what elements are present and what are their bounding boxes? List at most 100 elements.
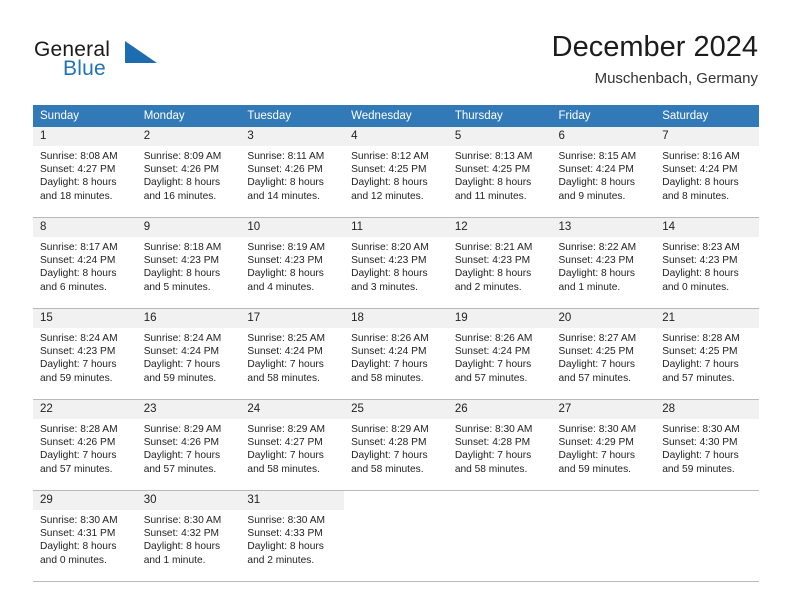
daylight-text-line1: Daylight: 7 hours [143,450,221,462]
calendar-day-cell[interactable]: 15 Sunrise: 8:24 AM Sunset: 4:23 PM Dayligh… [33,308,137,400]
calendar-day-cell[interactable]: 14 Sunrise: 8:23 AM Sunset: 4:23 PM Dayligh… [655,217,759,309]
day-number: 23 [136,400,241,419]
sunset-text: Sunset: 4:26 PM [247,164,323,176]
calendar-day-cell[interactable]: 18 Sunrise: 8:26 AM Sunset: 4:24 PM Dayligh… [344,308,448,400]
daylight-text-line1: Daylight: 7 hours [558,450,635,462]
calendar-day-cell[interactable]: 13 Sunrise: 8:22 AM Sunset: 4:23 PM Dayligh… [551,217,656,309]
sunset-text: Sunset: 4:33 PM [247,528,323,540]
day-details: Sunrise: 8:17 AM Sunset: 4:24 PM Daylight:… [33,237,137,294]
day-number: 17 [240,309,345,328]
sunset-text: Sunset: 4:25 PM [351,164,427,176]
day-number: 9 [136,218,241,237]
sunrise-text: Sunrise: 8:22 AM [558,242,637,253]
day-number: 21 [655,309,759,328]
sunrise-text: Sunrise: 8:29 AM [143,424,222,435]
calendar-day-cell[interactable]: 7 Sunrise: 8:16 AM Sunset: 4:24 PM Daylight… [655,127,759,218]
weekday-header-monday: Monday [136,105,241,127]
daylight-text-line2: and 3 minutes. [351,281,418,293]
daylight-text-line1: Daylight: 8 hours [662,268,739,280]
daylight-text-line2: and 57 minutes. [40,463,113,475]
calendar-day-cell[interactable]: 5 Sunrise: 8:13 AM Sunset: 4:25 PM Daylight… [447,127,552,218]
calendar-day-cell[interactable]: 4 Sunrise: 8:12 AM Sunset: 4:25 PM Daylight… [344,127,448,218]
sunrise-text: Sunrise: 8:16 AM [662,151,740,162]
daylight-text-line1: Daylight: 8 hours [558,177,635,189]
calendar-day-cell[interactable]: 2 Sunrise: 8:09 AM Sunset: 4:26 PM Daylight… [136,127,241,218]
sunset-text: Sunset: 4:26 PM [143,437,220,449]
calendar-day-cell[interactable]: 19 Sunrise: 8:26 AM Sunset: 4:24 PM Dayligh… [447,308,552,400]
calendar-day-cell[interactable]: 10 Sunrise: 8:19 AM Sunset: 4:23 PM Dayligh… [240,217,345,309]
sunset-text: Sunset: 4:24 PM [454,346,531,358]
daylight-text-line2: and 9 minutes. [558,190,626,202]
calendar-day-cell[interactable]: 17 Sunrise: 8:25 AM Sunset: 4:24 PM Dayligh… [240,308,345,400]
daylight-text-line1: Daylight: 8 hours [143,177,221,189]
daylight-text-line2: and 59 minutes. [662,463,735,475]
logo-text-blue: Blue [63,57,106,80]
daylight-text-line2: and 5 minutes. [143,281,211,293]
calendar-day-cell[interactable]: 27 Sunrise: 8:30 AM Sunset: 4:29 PM Dayligh… [551,399,656,491]
calendar-day-cell[interactable]: 24 Sunrise: 8:29 AM Sunset: 4:27 PM Dayligh… [240,399,345,491]
calendar-day-cell[interactable]: 22 Sunrise: 8:28 AM Sunset: 4:26 PM Dayligh… [33,399,137,491]
calendar-day-cell[interactable]: 11 Sunrise: 8:20 AM Sunset: 4:23 PM Dayligh… [344,217,448,309]
daylight-text-line1: Daylight: 7 hours [40,450,117,462]
daylight-text-line1: Daylight: 8 hours [143,268,221,280]
daylight-text-line2: and 1 minute. [558,281,621,293]
calendar-day-cell[interactable]: 8 Sunrise: 8:17 AM Sunset: 4:24 PM Daylight… [33,217,137,309]
calendar-day-cell[interactable]: 28 Sunrise: 8:30 AM Sunset: 4:30 PM Dayligh… [655,399,759,491]
day-number: 18 [344,309,448,328]
calendar-day-cell[interactable]: 25 Sunrise: 8:29 AM Sunset: 4:28 PM Dayligh… [344,399,448,491]
calendar-week-row: 22 Sunrise: 8:28 AM Sunset: 4:26 PM Dayligh… [33,399,759,491]
daylight-text-line2: and 57 minutes. [662,372,735,384]
sunset-text: Sunset: 4:23 PM [143,255,220,267]
daylight-text-line1: Daylight: 8 hours [351,268,428,280]
sunrise-text: Sunrise: 8:24 AM [40,333,118,344]
calendar-day-cell[interactable]: 23 Sunrise: 8:29 AM Sunset: 4:26 PM Dayligh… [136,399,241,491]
day-details: Sunrise: 8:30 AM Sunset: 4:30 PM Daylight:… [655,419,759,476]
general-blue-logo[interactable]: General Blue [34,38,164,90]
calendar-day-cell[interactable]: 29 Sunrise: 8:30 AM Sunset: 4:31 PM Dayligh… [33,490,137,582]
day-number: 11 [344,218,448,237]
daylight-text-line2: and 2 minutes. [454,281,522,293]
day-details: Sunrise: 8:16 AM Sunset: 4:24 PM Daylight:… [655,146,759,203]
day-details: Sunrise: 8:26 AM Sunset: 4:24 PM Daylight:… [448,328,552,385]
day-number: 2 [136,127,241,146]
daylight-text-line2: and 1 minute. [143,554,206,566]
day-number: 22 [33,400,137,419]
calendar-day-cell[interactable]: 26 Sunrise: 8:30 AM Sunset: 4:28 PM Dayligh… [447,399,552,491]
day-number: 31 [240,491,345,510]
calendar-day-cell[interactable]: 31 Sunrise: 8:30 AM Sunset: 4:33 PM Dayligh… [240,490,345,582]
daylight-text-line1: Daylight: 8 hours [40,268,117,280]
daylight-text-line2: and 59 minutes. [143,372,217,384]
sunset-text: Sunset: 4:27 PM [247,437,323,449]
daylight-text-line1: Daylight: 8 hours [351,177,428,189]
sunrise-text: Sunrise: 8:12 AM [351,151,429,162]
day-number: 14 [655,218,759,237]
daylight-text-line2: and 6 minutes. [40,281,107,293]
sunrise-text: Sunrise: 8:26 AM [351,333,429,344]
calendar-empty-cell [551,490,656,582]
sunrise-text: Sunrise: 8:29 AM [351,424,429,435]
calendar-day-cell[interactable]: 1 Sunrise: 8:08 AM Sunset: 4:27 PM Daylight… [33,127,137,218]
sunset-text: Sunset: 4:29 PM [558,437,634,449]
daylight-text-line2: and 14 minutes. [247,190,320,202]
calendar-day-cell[interactable]: 3 Sunrise: 8:11 AM Sunset: 4:26 PM Daylight… [240,127,345,218]
sunrise-text: Sunrise: 8:17 AM [40,242,118,253]
calendar-day-cell[interactable]: 9 Sunrise: 8:18 AM Sunset: 4:23 PM Daylight… [136,217,241,309]
daylight-text-line2: and 57 minutes. [558,372,632,384]
daylight-text-line1: Daylight: 7 hours [454,450,532,462]
calendar-day-cell[interactable]: 6 Sunrise: 8:15 AM Sunset: 4:24 PM Daylight… [551,127,656,218]
day-details: Sunrise: 8:29 AM Sunset: 4:28 PM Daylight:… [344,419,448,476]
day-number: 15 [33,309,137,328]
day-details: Sunrise: 8:21 AM Sunset: 4:23 PM Daylight:… [448,237,552,294]
sunrise-text: Sunrise: 8:28 AM [662,333,740,344]
calendar-day-cell[interactable]: 30 Sunrise: 8:30 AM Sunset: 4:32 PM Dayligh… [136,490,241,582]
day-number [448,491,552,510]
calendar-day-cell[interactable]: 20 Sunrise: 8:27 AM Sunset: 4:25 PM Dayligh… [551,308,656,400]
day-details: Sunrise: 8:22 AM Sunset: 4:23 PM Daylight:… [552,237,656,294]
day-details: Sunrise: 8:12 AM Sunset: 4:25 PM Daylight:… [344,146,448,203]
calendar-day-cell[interactable]: 16 Sunrise: 8:24 AM Sunset: 4:24 PM Dayligh… [136,308,241,400]
sunrise-text: Sunrise: 8:08 AM [40,151,118,162]
calendar-day-cell[interactable]: 21 Sunrise: 8:28 AM Sunset: 4:25 PM Dayligh… [655,308,759,400]
sunrise-text: Sunrise: 8:27 AM [558,333,637,344]
sunset-text: Sunset: 4:23 PM [662,255,738,267]
calendar-day-cell[interactable]: 12 Sunrise: 8:21 AM Sunset: 4:23 PM Dayligh… [447,217,552,309]
